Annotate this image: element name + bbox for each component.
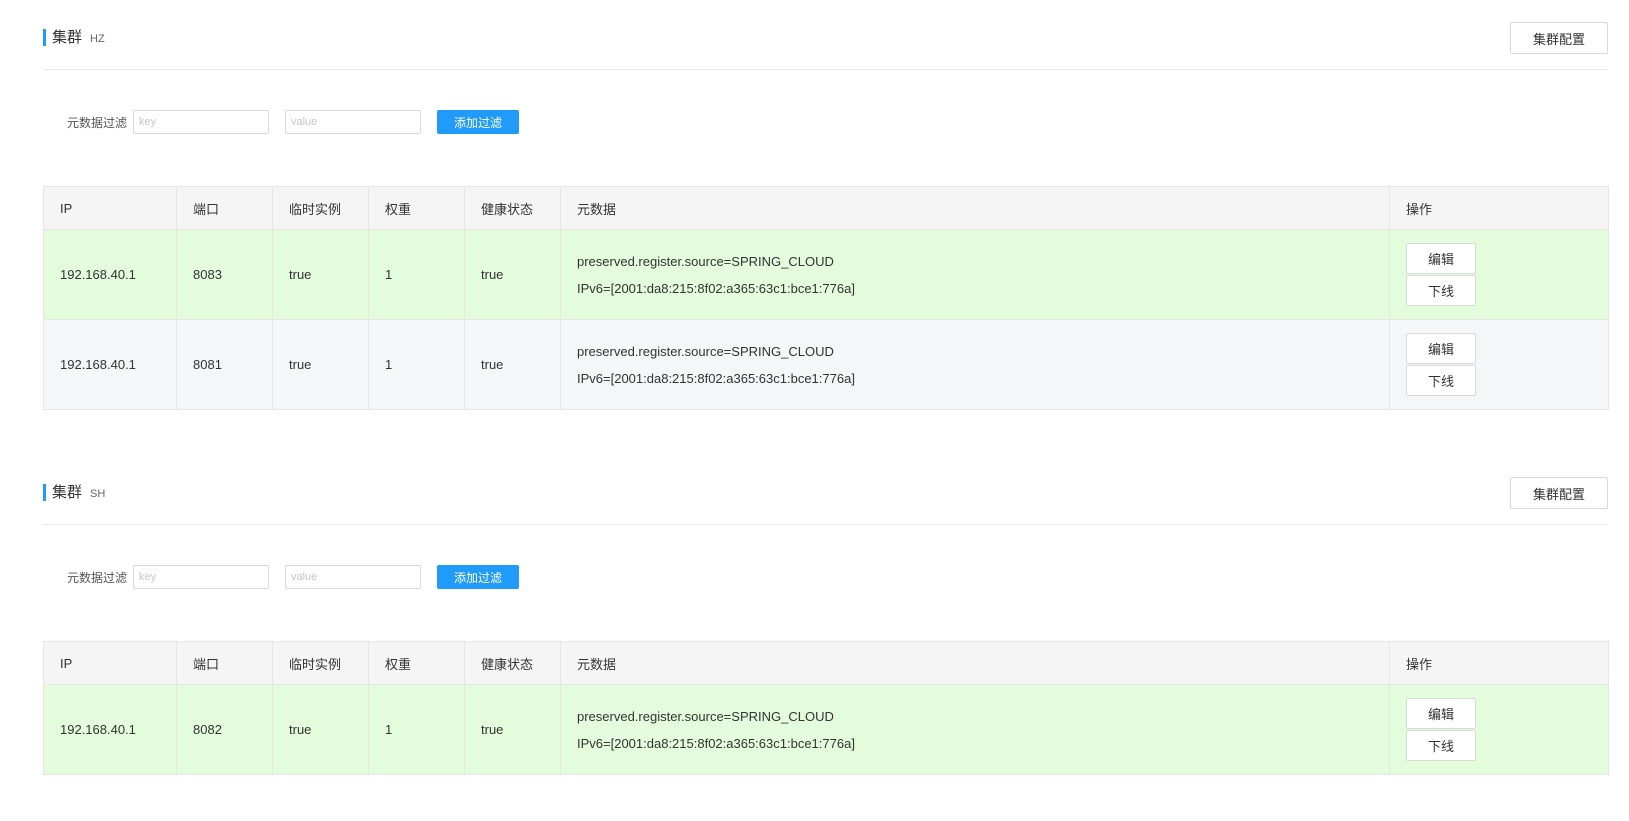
column-header-metadata: 元数据 <box>560 186 1390 230</box>
cell-ephemeral: true <box>272 684 369 775</box>
edit-button[interactable]: 编辑 <box>1406 333 1476 364</box>
cell-ip: 192.168.40.1 <box>43 684 177 775</box>
metadata-entry: preserved.register.source=SPRING_CLOUD <box>577 708 834 724</box>
cluster-title: 集群 HZ <box>43 29 105 46</box>
metadata-entry: preserved.register.source=SPRING_CLOUD <box>577 253 834 269</box>
column-header-port: 端口 <box>176 641 273 685</box>
metadata-filter-row: 元数据过滤 添加过滤 <box>43 565 1608 589</box>
column-header-ops: 操作 <box>1389 186 1609 230</box>
add-filter-button[interactable]: 添加过滤 <box>437 110 519 134</box>
column-header-ephemeral: 临时实例 <box>272 641 369 685</box>
cluster-title-label: 集群 <box>52 29 83 46</box>
cell-ip: 192.168.40.1 <box>43 319 177 410</box>
cluster-config-button[interactable]: 集群配置 <box>1510 22 1608 54</box>
cell-weight: 1 <box>368 684 465 775</box>
cluster-config-button[interactable]: 集群配置 <box>1510 477 1608 509</box>
cell-metadata: preserved.register.source=SPRING_CLOUD I… <box>560 229 1390 320</box>
cluster-title: 集群 SH <box>43 484 105 501</box>
column-header-ops: 操作 <box>1389 641 1609 685</box>
edit-button[interactable]: 编辑 <box>1406 243 1476 274</box>
cell-ops: 编辑 下线 <box>1389 229 1609 320</box>
column-header-weight: 权重 <box>368 186 465 230</box>
filter-key-input[interactable] <box>133 565 269 589</box>
cell-metadata: preserved.register.source=SPRING_CLOUD I… <box>560 684 1390 775</box>
cluster-title-label: 集群 <box>52 484 83 501</box>
filter-key-input[interactable] <box>133 110 269 134</box>
instance-table: IP 端口 临时实例 权重 健康状态 元数据 操作 192.168.40.1 8… <box>43 186 1609 410</box>
column-header-healthy: 健康状态 <box>464 641 561 685</box>
offline-button[interactable]: 下线 <box>1406 730 1476 761</box>
offline-button[interactable]: 下线 <box>1406 275 1476 306</box>
cluster-section-sh: 集群 SH 集群配置 元数据过滤 添加过滤 IP 端口 临时实例 权重 健康状态… <box>43 473 1609 775</box>
cell-healthy: true <box>464 319 561 410</box>
offline-button[interactable]: 下线 <box>1406 365 1476 396</box>
metadata-entry: IPv6=[2001:da8:215:8f02:a365:63c1:bce1:7… <box>577 370 855 386</box>
filter-value-input[interactable] <box>285 110 421 134</box>
column-header-healthy: 健康状态 <box>464 186 561 230</box>
cluster-section-hz: 集群 HZ 集群配置 元数据过滤 添加过滤 IP 端口 临时实例 权重 健康状态… <box>43 18 1609 410</box>
cell-port: 8082 <box>176 684 273 775</box>
add-filter-button[interactable]: 添加过滤 <box>437 565 519 589</box>
table-header-row: IP 端口 临时实例 权重 健康状态 元数据 操作 <box>43 186 1609 230</box>
cluster-name: SH <box>90 487 106 500</box>
cell-ops: 编辑 下线 <box>1389 319 1609 410</box>
table-header-row: IP 端口 临时实例 权重 健康状态 元数据 操作 <box>43 641 1609 685</box>
cluster-header: 集群 SH 集群配置 <box>43 473 1608 525</box>
cluster-header: 集群 HZ 集群配置 <box>43 18 1608 70</box>
cell-healthy: true <box>464 684 561 775</box>
table-row: 192.168.40.1 8083 true 1 true preserved.… <box>43 229 1609 320</box>
cell-ip: 192.168.40.1 <box>43 229 177 320</box>
cell-ops: 编辑 下线 <box>1389 684 1609 775</box>
cell-port: 8081 <box>176 319 273 410</box>
metadata-entry: IPv6=[2001:da8:215:8f02:a365:63c1:bce1:7… <box>577 280 855 296</box>
cell-metadata: preserved.register.source=SPRING_CLOUD I… <box>560 319 1390 410</box>
column-header-ip: IP <box>43 641 177 685</box>
edit-button[interactable]: 编辑 <box>1406 698 1476 729</box>
table-row: 192.168.40.1 8081 true 1 true preserved.… <box>43 319 1609 410</box>
metadata-entry: preserved.register.source=SPRING_CLOUD <box>577 343 834 359</box>
column-header-ip: IP <box>43 186 177 230</box>
table-row: 192.168.40.1 8082 true 1 true preserved.… <box>43 684 1609 775</box>
metadata-filter-row: 元数据过滤 添加过滤 <box>43 110 1608 134</box>
filter-value-input[interactable] <box>285 565 421 589</box>
cell-healthy: true <box>464 229 561 320</box>
cell-weight: 1 <box>368 229 465 320</box>
cell-port: 8083 <box>176 229 273 320</box>
metadata-filter-label: 元数据过滤 <box>67 115 128 130</box>
instance-table: IP 端口 临时实例 权重 健康状态 元数据 操作 192.168.40.1 8… <box>43 641 1609 775</box>
metadata-filter-label: 元数据过滤 <box>67 570 128 585</box>
cell-ephemeral: true <box>272 229 369 320</box>
column-header-weight: 权重 <box>368 641 465 685</box>
column-header-metadata: 元数据 <box>560 641 1390 685</box>
column-header-port: 端口 <box>176 186 273 230</box>
metadata-entry: IPv6=[2001:da8:215:8f02:a365:63c1:bce1:7… <box>577 735 855 751</box>
column-header-ephemeral: 临时实例 <box>272 186 369 230</box>
cluster-name: HZ <box>90 32 105 45</box>
cell-weight: 1 <box>368 319 465 410</box>
cell-ephemeral: true <box>272 319 369 410</box>
